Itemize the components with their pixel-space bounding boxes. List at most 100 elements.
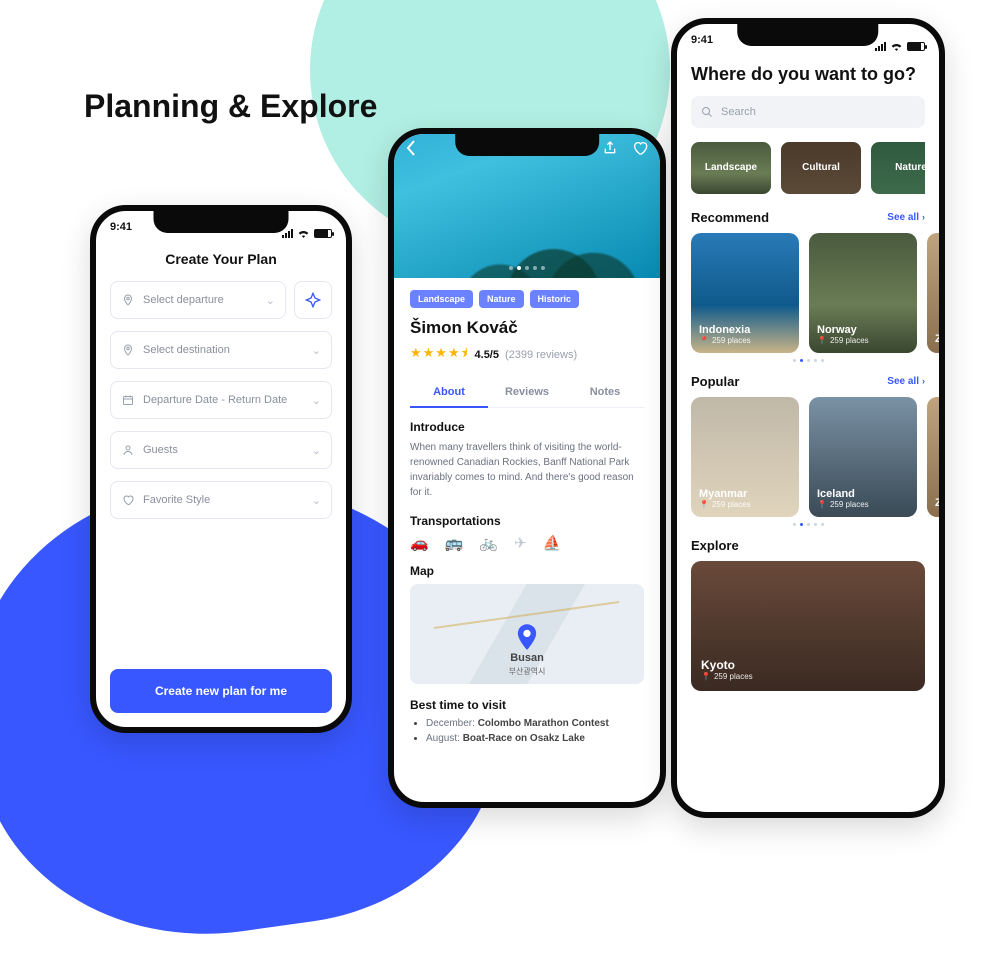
chevron-down-icon: ⌄ <box>266 294 275 307</box>
best-month-0: December: <box>426 718 475 729</box>
pin-icon <box>121 293 135 307</box>
tag-nature[interactable]: Nature <box>479 290 524 308</box>
page-title: Planning & Explore <box>84 88 377 125</box>
map-pin-icon <box>516 624 538 652</box>
chevron-down-icon: ⌄ <box>312 394 321 407</box>
notch <box>455 134 599 156</box>
card-iceland[interactable]: Iceland 📍259 places <box>809 397 917 517</box>
locate-icon <box>305 292 321 308</box>
rating-value: 4.5/5 <box>475 349 499 361</box>
pin-icon: 📍 <box>817 336 827 345</box>
recommend-cards[interactable]: Indonexia 📍259 places Norway 📍259 places… <box>691 233 925 353</box>
style-field[interactable]: Favorite Style ⌄ <box>110 481 332 519</box>
dates-field[interactable]: Departure Date - Return Date ⌄ <box>110 381 332 419</box>
popular-cards[interactable]: Myanmar 📍259 places Iceland 📍259 places … <box>691 397 925 517</box>
person-icon <box>121 444 135 456</box>
recommend-see-all[interactable]: See all› <box>887 212 925 223</box>
phone-explore: 9:41 Where do you want to go? Search Lan… <box>671 18 945 818</box>
heart-icon <box>121 494 135 506</box>
style-placeholder: Favorite Style <box>143 494 210 506</box>
destination-placeholder: Select destination <box>143 344 230 356</box>
category-cultural[interactable]: Cultural <box>781 142 861 194</box>
car-icon[interactable]: 🚗 <box>410 534 429 552</box>
category-landscape[interactable]: Landscape <box>691 142 771 194</box>
trans-heading: Transportations <box>410 514 644 528</box>
chevron-right-icon: › <box>922 212 925 222</box>
popular-heading: Popular <box>691 374 739 389</box>
status-time: 9:41 <box>110 221 132 245</box>
card-peek[interactable]: Z <box>927 397 945 517</box>
chevron-down-icon: ⌄ <box>312 444 321 457</box>
card-indonexia[interactable]: Indonexia 📍259 places <box>691 233 799 353</box>
locate-button[interactable] <box>294 281 332 319</box>
notch <box>154 211 289 233</box>
pin-icon: 📍 <box>817 500 827 509</box>
phone-create-plan: 9:41 Create Your Plan Select departure ⌄ <box>90 205 352 733</box>
bus-icon[interactable]: 🚌 <box>445 534 464 552</box>
map-city: Busan <box>510 652 544 664</box>
favorite-button[interactable] <box>632 140 648 156</box>
card-myanmar[interactable]: Myanmar 📍259 places <box>691 397 799 517</box>
chevron-right-icon: › <box>922 376 925 386</box>
departure-placeholder: Select departure <box>143 294 224 306</box>
intro-heading: Introduce <box>410 420 644 434</box>
plane-icon[interactable]: ✈ <box>514 534 527 552</box>
category-nature[interactable]: Nature <box>871 142 925 194</box>
notch <box>737 24 878 46</box>
chevron-down-icon: ⌄ <box>312 494 321 507</box>
recommend-heading: Recommend <box>691 210 769 225</box>
chevron-down-icon: ⌄ <box>312 344 321 357</box>
transport-row: 🚗 🚌 🚲 ✈ ⛵ <box>410 534 644 552</box>
search-icon <box>701 106 713 118</box>
best-list: December: Colombo Marathon Contest Augus… <box>410 718 644 744</box>
destination-field[interactable]: Select destination ⌄ <box>110 331 332 369</box>
place-name: Šimon Kováč <box>410 318 644 338</box>
share-button[interactable] <box>602 140 618 156</box>
guests-placeholder: Guests <box>143 444 178 456</box>
create-plan-label: Create new plan for me <box>155 684 287 698</box>
wifi-icon <box>890 41 903 51</box>
status-time: 9:41 <box>691 34 713 58</box>
tab-reviews[interactable]: Reviews <box>488 378 566 407</box>
tab-about[interactable]: About <box>410 378 488 408</box>
pin-icon <box>121 343 135 357</box>
back-button[interactable] <box>406 140 416 156</box>
search-placeholder: Search <box>721 106 756 118</box>
create-plan-button[interactable]: Create new plan for me <box>110 669 332 713</box>
best-heading: Best time to visit <box>410 698 644 712</box>
best-month-1: August: <box>426 733 460 744</box>
popular-see-all[interactable]: See all› <box>887 376 925 387</box>
share-icon <box>602 140 618 156</box>
calendar-icon <box>121 394 135 406</box>
map-city-native: 부산광역시 <box>509 666 546 677</box>
map-heading: Map <box>410 564 644 578</box>
wifi-icon <box>297 228 310 238</box>
popular-pager <box>691 523 925 526</box>
bike-icon[interactable]: 🚲 <box>479 534 498 552</box>
explore-section-heading: Explore <box>691 538 739 553</box>
pin-icon: 📍 <box>699 336 709 345</box>
tag-historic[interactable]: Historic <box>530 290 580 308</box>
tag-row: Landscape Nature Historic <box>410 290 644 308</box>
explore-heading: Where do you want to go? <box>691 64 925 86</box>
card-peek[interactable]: Z <box>927 233 945 353</box>
search-input[interactable]: Search <box>691 96 925 128</box>
phone-detail: 9:41 <box>388 128 666 808</box>
departure-field[interactable]: Select departure ⌄ <box>110 281 286 319</box>
card-kyoto[interactable]: Kyoto 📍259 places <box>691 561 925 691</box>
pin-icon: 📍 <box>699 500 709 509</box>
best-event-0: Colombo Marathon Contest <box>478 718 609 729</box>
pin-icon: 📍 <box>701 672 711 681</box>
tabs: About Reviews Notes <box>410 378 644 408</box>
best-event-1: Boat-Race on Osakz Lake <box>463 733 585 744</box>
boat-icon[interactable]: ⛵ <box>543 534 562 552</box>
card-norway[interactable]: Norway 📍259 places <box>809 233 917 353</box>
signal-icon <box>875 42 886 51</box>
tab-notes[interactable]: Notes <box>566 378 644 407</box>
guests-field[interactable]: Guests ⌄ <box>110 431 332 469</box>
tag-landscape[interactable]: Landscape <box>410 290 473 308</box>
dates-placeholder: Departure Date - Return Date <box>143 394 287 406</box>
category-row[interactable]: Landscape Cultural Nature <box>691 142 925 194</box>
battery-icon <box>314 229 332 238</box>
map[interactable]: Busan 부산광역시 <box>410 584 644 684</box>
